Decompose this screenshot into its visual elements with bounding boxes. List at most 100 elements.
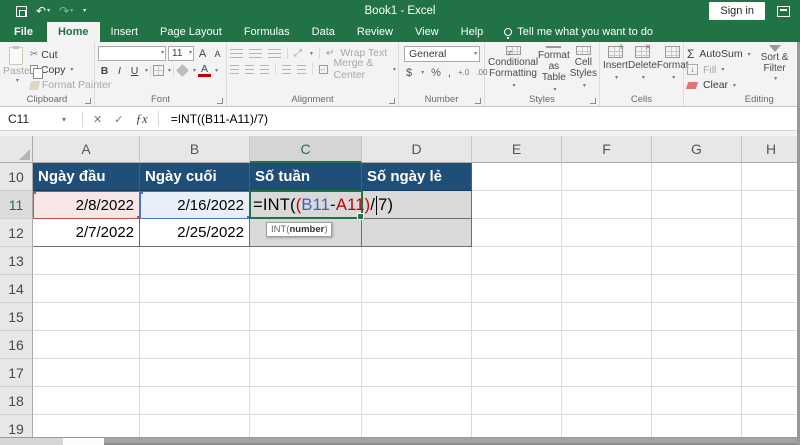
cell[interactable] — [742, 387, 800, 415]
cell[interactable] — [250, 247, 362, 275]
currency-format-button[interactable]: $ — [406, 67, 412, 79]
alignment-dialog-launcher-icon[interactable] — [389, 98, 395, 104]
cell[interactable] — [362, 275, 472, 303]
clipboard-dialog-launcher-icon[interactable] — [85, 98, 91, 104]
cell[interactable] — [33, 275, 140, 303]
format-as-table-button[interactable]: Format as Table ▾ — [538, 46, 570, 93]
cell[interactable] — [562, 303, 652, 331]
cell[interactable] — [362, 359, 472, 387]
select-all-button[interactable] — [0, 136, 33, 163]
cell[interactable] — [472, 191, 562, 219]
column-header-b[interactable]: B — [140, 136, 250, 163]
cell[interactable] — [250, 359, 362, 387]
cell[interactable] — [362, 303, 472, 331]
row-header-13[interactable]: 13 — [0, 247, 33, 275]
cell[interactable] — [652, 275, 742, 303]
cell-d10[interactable]: Số ngày lẻ — [362, 163, 472, 191]
cell[interactable] — [472, 387, 562, 415]
cell[interactable] — [562, 331, 652, 359]
formula-bar-input[interactable]: =INT((B11-A11)/7) — [161, 112, 268, 126]
cell[interactable] — [562, 275, 652, 303]
cell-a11[interactable]: 2/8/2022 — [33, 191, 140, 219]
customize-qat-icon[interactable]: ▾ — [82, 8, 86, 14]
cancel-icon[interactable]: ✕ — [93, 113, 102, 126]
cell[interactable] — [742, 163, 800, 191]
cell[interactable] — [140, 359, 250, 387]
sign-in-button[interactable]: Sign in — [709, 2, 765, 20]
cell[interactable] — [140, 303, 250, 331]
conditional-formatting-button[interactable]: Conditional Formatting▾ — [488, 46, 538, 92]
ribbon-display-options-icon[interactable] — [777, 5, 790, 17]
column-header-c[interactable]: C — [250, 136, 362, 163]
delete-cells-button[interactable]: Delete▾ — [628, 42, 657, 92]
cell[interactable] — [562, 387, 652, 415]
autosum-button[interactable]: Σ AutoSum ▾ — [687, 47, 751, 61]
merge-center-button[interactable]: Merge & Center — [334, 57, 385, 81]
tab-formulas[interactable]: Formulas — [233, 22, 301, 42]
cell[interactable] — [33, 303, 140, 331]
cell[interactable] — [742, 331, 800, 359]
styles-dialog-launcher-icon[interactable] — [589, 98, 596, 104]
cell[interactable] — [472, 247, 562, 275]
cell[interactable] — [652, 303, 742, 331]
paste-button[interactable]: Paste ▾ — [3, 45, 30, 92]
comma-format-button[interactable]: , — [448, 67, 451, 79]
orientation-icon[interactable]: ⤢ — [294, 48, 302, 59]
cell[interactable] — [362, 247, 472, 275]
align-middle-icon[interactable] — [249, 48, 262, 58]
cell[interactable] — [742, 219, 800, 247]
cell[interactable] — [652, 387, 742, 415]
column-header-a[interactable]: A — [33, 136, 140, 163]
sheet-tab-bar[interactable] — [0, 437, 800, 445]
cell[interactable] — [652, 331, 742, 359]
number-format-combobox[interactable]: General — [404, 46, 480, 62]
cell-b11[interactable]: 2/16/2022 — [140, 191, 250, 219]
cell[interactable] — [742, 359, 800, 387]
cell-b12[interactable]: 2/25/2022 — [140, 219, 250, 247]
cell-b10[interactable]: Ngày cuối — [140, 163, 250, 191]
tab-data[interactable]: Data — [301, 22, 346, 42]
cell-c10[interactable]: Số tuần — [250, 163, 362, 191]
cell[interactable] — [562, 191, 652, 219]
column-header-e[interactable]: E — [472, 136, 562, 163]
cell[interactable] — [472, 163, 562, 191]
cell[interactable] — [250, 331, 362, 359]
cell[interactable] — [652, 219, 742, 247]
cell[interactable] — [472, 331, 562, 359]
align-left-icon[interactable] — [230, 64, 240, 74]
font-name-combobox[interactable] — [98, 46, 166, 61]
cell[interactable] — [140, 275, 250, 303]
align-center-icon[interactable] — [245, 64, 255, 74]
tell-me-box[interactable]: Tell me what you want to do — [494, 22, 653, 42]
cell[interactable] — [742, 191, 800, 219]
font-dialog-launcher-icon[interactable] — [217, 98, 223, 104]
cell[interactable] — [562, 247, 652, 275]
underline-button[interactable]: U — [128, 65, 141, 77]
name-box[interactable]: C11 — [0, 108, 62, 130]
bold-button[interactable]: B — [98, 65, 111, 77]
undo-icon[interactable]: ↶ ▾ — [36, 5, 50, 17]
enter-icon[interactable]: ✓ — [114, 113, 123, 126]
sort-filter-button[interactable]: Sort & Filter ▾ — [757, 45, 793, 92]
cell[interactable] — [652, 359, 742, 387]
cell[interactable] — [33, 331, 140, 359]
cell[interactable] — [472, 303, 562, 331]
cell[interactable] — [652, 163, 742, 191]
cell[interactable] — [362, 387, 472, 415]
cell[interactable] — [33, 359, 140, 387]
increase-decimal-button[interactable]: +.0 — [458, 68, 469, 77]
insert-function-icon[interactable]: ƒx — [135, 111, 147, 127]
cell-a10[interactable]: Ngày đầu — [33, 163, 140, 191]
tab-review[interactable]: Review — [346, 22, 404, 42]
decrease-indent-icon[interactable] — [281, 64, 291, 74]
tab-help[interactable]: Help — [450, 22, 495, 42]
cell-d12[interactable] — [362, 219, 472, 247]
shrink-font-button[interactable]: A — [211, 49, 224, 59]
redo-icon[interactable]: ↷ ▾ — [59, 5, 73, 17]
cell[interactable] — [742, 247, 800, 275]
cell[interactable] — [562, 219, 652, 247]
increase-indent-icon[interactable] — [296, 64, 306, 74]
row-header-12[interactable]: 12 — [0, 219, 33, 247]
cell-a12[interactable]: 2/7/2022 — [33, 219, 140, 247]
italic-button[interactable]: I — [113, 65, 126, 77]
